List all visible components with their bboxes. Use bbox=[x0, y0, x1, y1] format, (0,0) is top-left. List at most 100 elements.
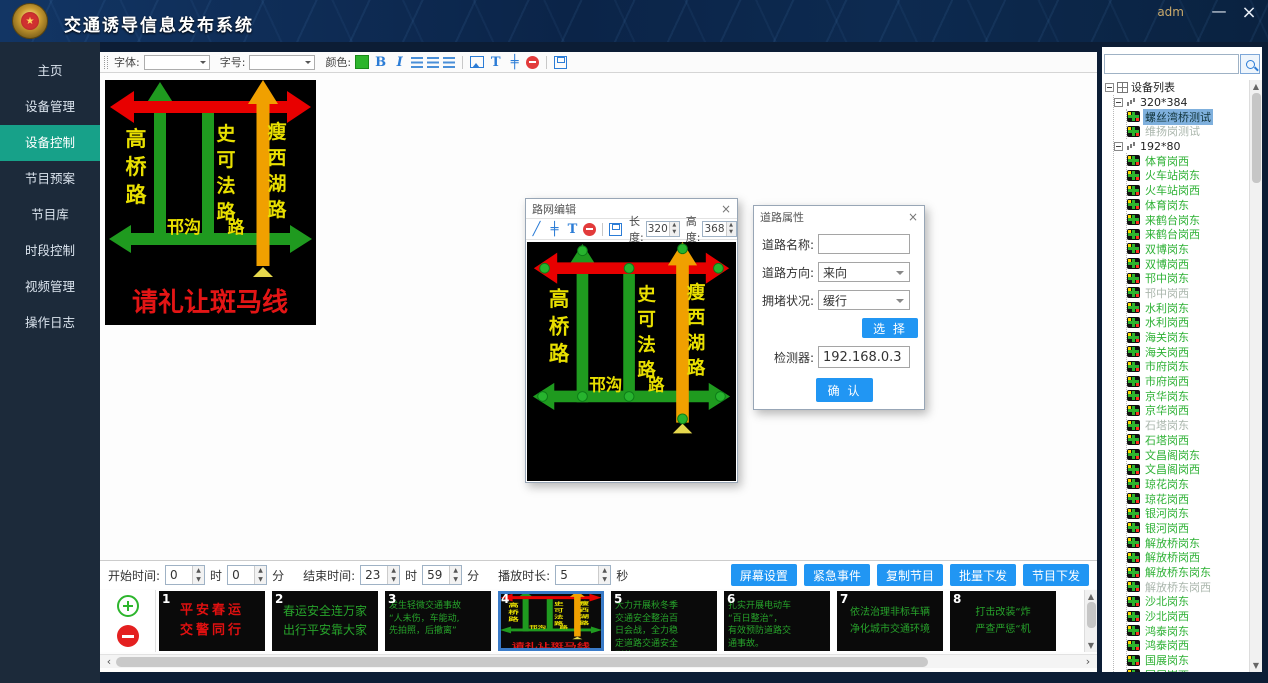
device-item[interactable]: 火车站岗东 bbox=[1127, 168, 1248, 183]
select-button[interactable]: 选 择 bbox=[862, 318, 918, 338]
detector-input[interactable]: 192.168.0.3 bbox=[818, 346, 910, 368]
scroll-right-icon[interactable]: › bbox=[1081, 655, 1095, 669]
playlist-vertical-scrollbar[interactable]: ▲ ▼ bbox=[1084, 590, 1097, 652]
device-item[interactable]: 市府岗东 bbox=[1127, 359, 1248, 374]
device-item[interactable]: 水利岗西 bbox=[1127, 315, 1248, 330]
sidebar-item-2[interactable]: 设备管理 bbox=[0, 89, 100, 125]
device-item[interactable]: 解放桥东岗东 bbox=[1127, 565, 1248, 580]
save-icon[interactable] bbox=[609, 223, 622, 236]
road-editor-canvas[interactable]: 高桥路史可法路瘦西湖路邗沟路 bbox=[527, 242, 736, 481]
align-center-icon[interactable] bbox=[427, 57, 439, 68]
collapse-icon[interactable] bbox=[1114, 142, 1123, 151]
collapse-icon[interactable] bbox=[1114, 98, 1123, 107]
device-item[interactable]: 银河岗西 bbox=[1127, 521, 1248, 536]
collapse-icon[interactable] bbox=[1105, 83, 1114, 92]
action-button-5[interactable]: 节目下发 bbox=[1023, 564, 1089, 586]
device-item[interactable]: 琼花岗西 bbox=[1127, 491, 1248, 506]
device-search-input[interactable] bbox=[1104, 54, 1239, 74]
delete-icon[interactable] bbox=[583, 223, 596, 236]
sidebar-item-7[interactable]: 视频管理 bbox=[0, 269, 100, 305]
device-item[interactable]: 海关岗东 bbox=[1127, 330, 1248, 345]
close-icon[interactable]: × bbox=[908, 210, 918, 224]
program-thumb-6[interactable]: 6扎实开展电动车“百日整治”，有效预防道路交通事故。 bbox=[724, 591, 830, 651]
italic-icon[interactable]: I bbox=[392, 55, 407, 70]
program-thumb-7[interactable]: 7依法治理非标车辆净化城市交通环境 bbox=[837, 591, 943, 651]
confirm-button[interactable]: 确 认 bbox=[816, 378, 873, 402]
action-button-2[interactable]: 紧急事件 bbox=[804, 564, 870, 586]
minimize-icon[interactable]: — bbox=[1208, 2, 1230, 20]
device-item[interactable]: 解放桥东岗西 bbox=[1127, 579, 1248, 594]
device-item[interactable]: 螺丝湾桥测试 bbox=[1127, 109, 1248, 124]
height-spinner[interactable]: 368▲▼ bbox=[702, 221, 736, 237]
road-name-input[interactable] bbox=[818, 234, 910, 254]
sidebar-item-1[interactable]: 主页 bbox=[0, 53, 100, 89]
toolbar-grip[interactable] bbox=[104, 56, 108, 69]
device-item[interactable]: 市府岗西 bbox=[1127, 374, 1248, 389]
device-item[interactable]: 解放桥岗东 bbox=[1127, 535, 1248, 550]
close-icon[interactable]: × bbox=[721, 202, 731, 216]
device-item[interactable]: 国展岗西 bbox=[1127, 668, 1248, 673]
device-item[interactable]: 来鹤台岗东 bbox=[1127, 212, 1248, 227]
scroll-down-icon[interactable]: ▼ bbox=[1085, 641, 1097, 650]
device-item[interactable]: 体育岗东 bbox=[1127, 198, 1248, 213]
start-minute-spinner[interactable]: 0▲▼ bbox=[227, 565, 267, 585]
device-item[interactable]: 文昌阁岗西 bbox=[1127, 462, 1248, 477]
road-icon[interactable]: ╪ bbox=[547, 222, 562, 237]
device-item[interactable]: 国展岗东 bbox=[1127, 653, 1248, 668]
program-thumb-4[interactable]: 4高桥路史可法路瘦西湖路邗沟路请礼让斑马线 bbox=[498, 591, 604, 651]
device-item[interactable]: 海关岗西 bbox=[1127, 344, 1248, 359]
device-item[interactable]: 鸿泰岗西 bbox=[1127, 638, 1248, 653]
device-item[interactable]: 京华岗东 bbox=[1127, 388, 1248, 403]
device-item[interactable]: 石塔岗西 bbox=[1127, 433, 1248, 448]
device-item[interactable]: 银河岗东 bbox=[1127, 506, 1248, 521]
align-left-icon[interactable] bbox=[411, 57, 423, 68]
duration-spinner[interactable]: 5▲▼ bbox=[555, 565, 611, 585]
sidebar-item-5[interactable]: 节目库 bbox=[0, 197, 100, 233]
device-item[interactable]: 解放桥岗西 bbox=[1127, 550, 1248, 565]
device-item[interactable]: 鸿泰岗东 bbox=[1127, 623, 1248, 638]
program-thumb-8[interactable]: 8打击改装“炸严查严惩“机 bbox=[950, 591, 1056, 651]
program-thumb-5[interactable]: 5大力开展秋冬季交通安全整治百日会战，全力稳定道路交通安全形势！ bbox=[611, 591, 717, 651]
delete-icon[interactable] bbox=[526, 56, 539, 69]
text-icon[interactable]: T bbox=[565, 222, 580, 237]
scroll-left-icon[interactable]: ‹ bbox=[102, 655, 116, 669]
device-item[interactable]: 石塔岗东 bbox=[1127, 418, 1248, 433]
sidebar-item-3[interactable]: 设备控制 bbox=[0, 125, 100, 161]
device-item[interactable]: 京华岗西 bbox=[1127, 403, 1248, 418]
length-spinner[interactable]: 320▲▼ bbox=[646, 221, 680, 237]
tree-scrollbar[interactable]: ▲ ▼ bbox=[1249, 80, 1262, 672]
font-select[interactable] bbox=[144, 55, 210, 70]
scroll-up-icon[interactable]: ▲ bbox=[1250, 82, 1262, 91]
close-icon[interactable]: × bbox=[1238, 2, 1260, 23]
line-icon[interactable]: ╱ bbox=[529, 222, 544, 237]
add-program-button[interactable] bbox=[117, 595, 139, 617]
road-icon[interactable]: ╪ bbox=[507, 55, 522, 70]
program-thumb-2[interactable]: 2春运安全连万家出行平安靠大家 bbox=[272, 591, 378, 651]
end-minute-spinner[interactable]: 59▲▼ bbox=[422, 565, 462, 585]
device-item[interactable]: 维扬岗测试 bbox=[1127, 124, 1248, 139]
device-item[interactable]: 水利岗东 bbox=[1127, 300, 1248, 315]
tree-group-320*384[interactable]: 320*384 bbox=[1114, 95, 1248, 110]
action-button-4[interactable]: 批量下发 bbox=[950, 564, 1016, 586]
device-item[interactable]: 体育岗西 bbox=[1127, 153, 1248, 168]
sidebar-item-4[interactable]: 节目预案 bbox=[0, 161, 100, 197]
action-button-1[interactable]: 屏幕设置 bbox=[731, 564, 797, 586]
road-properties-titlebar[interactable]: 道路属性 × bbox=[754, 206, 924, 228]
logged-in-user[interactable]: adm bbox=[1157, 5, 1184, 19]
image-icon[interactable] bbox=[470, 56, 484, 68]
device-item[interactable]: 火车站岗西 bbox=[1127, 183, 1248, 198]
device-item[interactable]: 文昌阁岗东 bbox=[1127, 447, 1248, 462]
scroll-down-icon[interactable]: ▼ bbox=[1250, 661, 1262, 670]
road-direction-select[interactable]: 来向 bbox=[818, 262, 910, 282]
program-thumb-3[interactable]: 3发生轻微交通事故“人未伤，车能动,先拍照，后撤离” bbox=[385, 591, 491, 651]
device-item[interactable]: 琼花岗东 bbox=[1127, 477, 1248, 492]
save-icon[interactable] bbox=[554, 56, 567, 69]
search-button[interactable] bbox=[1240, 54, 1260, 74]
start-hour-spinner[interactable]: 0▲▼ bbox=[165, 565, 205, 585]
congestion-select[interactable]: 缓行 bbox=[818, 290, 910, 310]
tree-root[interactable]: 设备列表 bbox=[1105, 80, 1248, 95]
sidebar-item-6[interactable]: 时段控制 bbox=[0, 233, 100, 269]
end-hour-spinner[interactable]: 23▲▼ bbox=[360, 565, 400, 585]
device-item[interactable]: 沙北岗西 bbox=[1127, 609, 1248, 624]
color-swatch[interactable] bbox=[355, 55, 369, 69]
